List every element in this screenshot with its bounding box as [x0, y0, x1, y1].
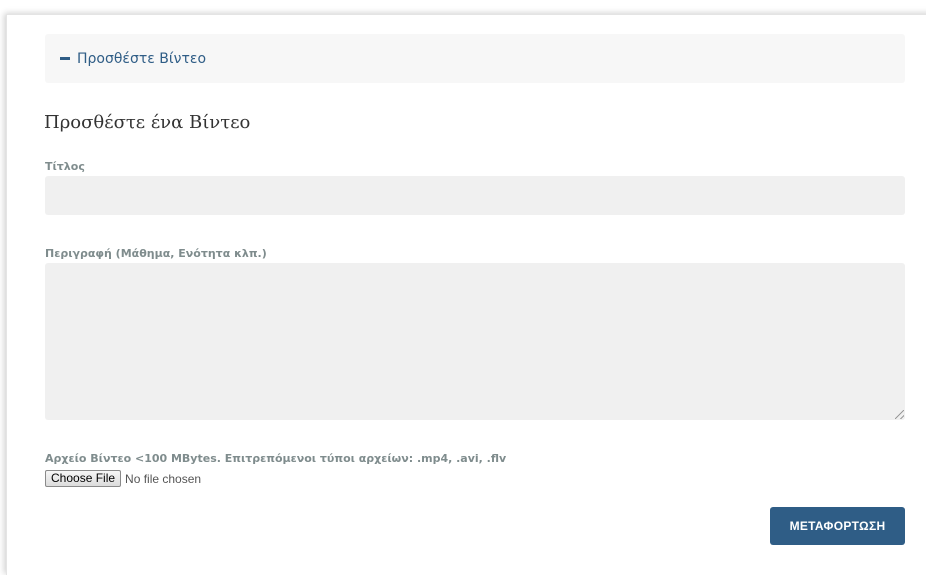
panel-title[interactable]: Προσθέστε Βίντεο — [77, 51, 206, 67]
title-label: Τίτλος — [45, 160, 85, 173]
minus-icon[interactable] — [60, 57, 70, 60]
file-input[interactable]: Choose File No file chosen — [45, 470, 201, 487]
upload-button[interactable]: ΜΕΤΑΦΟΡΤΩΣΗ — [770, 507, 905, 545]
choose-file-button[interactable]: Choose File — [45, 470, 122, 487]
resize-handle-icon[interactable] — [895, 410, 904, 419]
file-label: Αρχείο Βίντεο <100 MBytes. Επιτρεπόμενοι… — [45, 452, 507, 465]
add-video-panel-toggle[interactable]: Προσθέστε Βίντεο — [45, 34, 905, 83]
file-status: No file chosen — [125, 471, 202, 486]
description-label: Περιγραφή (Μάθημα, Ενότητα κλπ.) — [45, 247, 267, 260]
title-input[interactable] — [45, 176, 905, 215]
description-textarea[interactable] — [45, 263, 905, 420]
form-heading: Προσθέστε ένα Βίντεο — [44, 112, 251, 133]
